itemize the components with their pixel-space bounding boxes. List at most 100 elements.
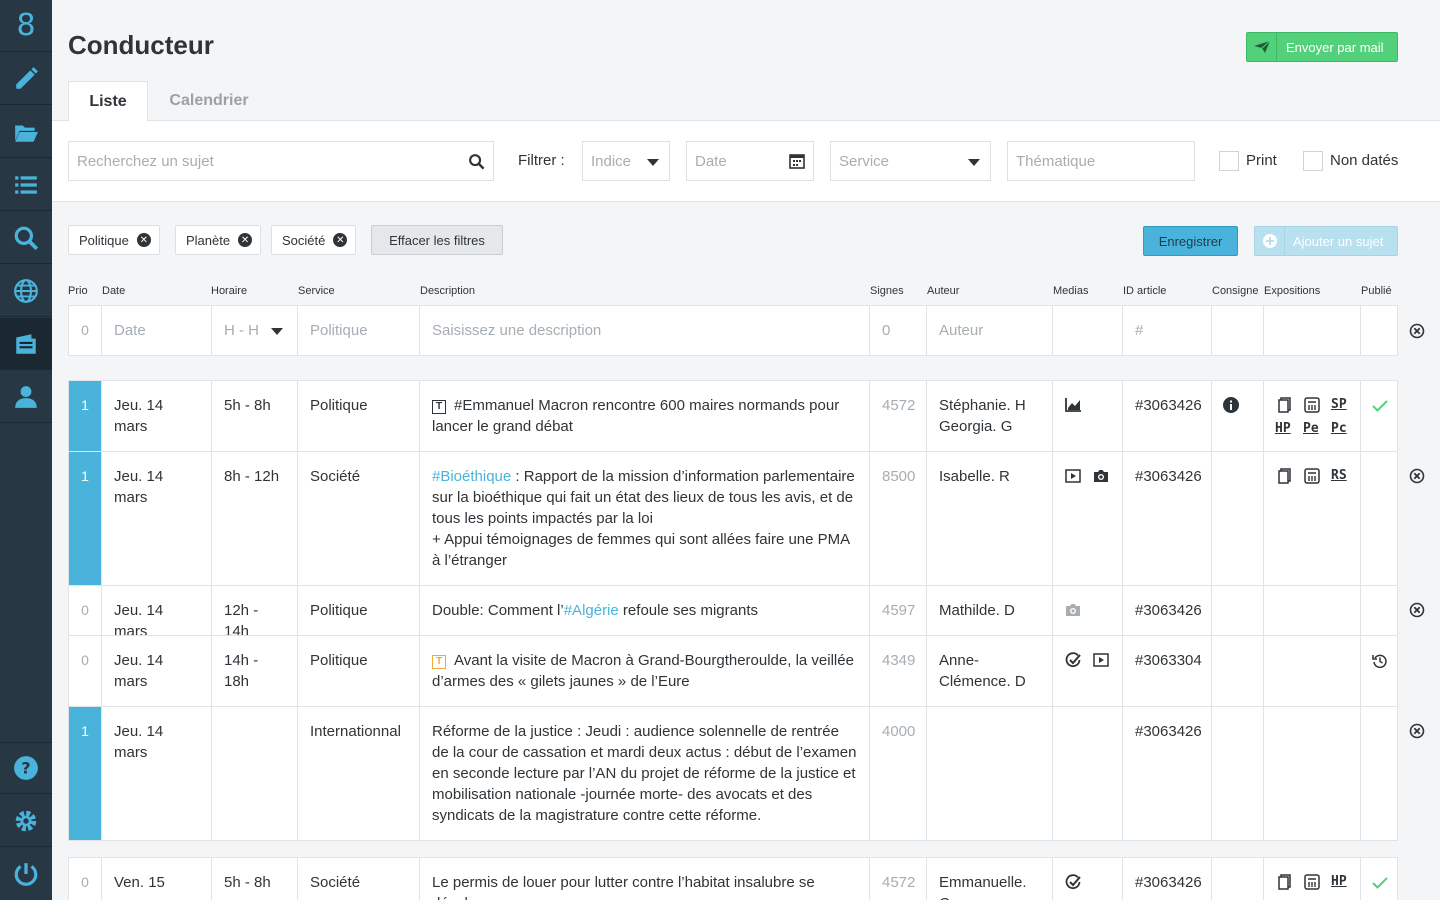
prio-input[interactable]: 0 (69, 306, 102, 355)
expo-label[interactable]: HP (1275, 418, 1291, 439)
camera-icon[interactable] (1093, 469, 1109, 483)
hashtag-link[interactable]: #Algérie (564, 602, 619, 619)
signes-field[interactable]: 0 (870, 306, 927, 355)
publie-cell (1361, 636, 1399, 706)
video-icon[interactable] (1093, 653, 1109, 667)
remove-circle-icon[interactable] (1409, 468, 1425, 484)
date-field[interactable]: Date (102, 306, 212, 355)
save-button[interactable]: Enregistrer (1143, 226, 1238, 256)
column-header: Medias (1053, 285, 1089, 297)
sidebar-item-search[interactable] (0, 212, 52, 264)
document-icon[interactable] (1278, 468, 1291, 484)
caret-down-icon (647, 159, 659, 166)
sidebar-item-globe[interactable] (0, 265, 52, 317)
date-cell: Jeu. 14 mars (102, 707, 212, 840)
print-checkbox[interactable] (1219, 151, 1239, 171)
document-icon[interactable] (1278, 874, 1291, 890)
description-cell[interactable]: Réforme de la justice : Jeudi : audience… (420, 707, 870, 840)
newspaper-icon[interactable] (1304, 397, 1320, 413)
check-badge-icon[interactable] (1065, 652, 1082, 668)
service-select[interactable]: Service (830, 141, 991, 181)
app-logo[interactable]: 8 (0, 0, 52, 52)
expositions-cell: RS (1264, 452, 1361, 585)
expo-label[interactable]: Pc (1331, 418, 1347, 439)
medias-cell (1053, 707, 1123, 840)
id-field[interactable]: # (1123, 306, 1212, 355)
id-cell: #3063426 (1123, 381, 1212, 451)
description-cell[interactable]: Le permis de louer pour lutter contre l’… (420, 858, 870, 900)
sidebar-item-settings[interactable] (0, 795, 52, 847)
search-icon[interactable] (468, 153, 485, 170)
sidebar-item-folder[interactable] (0, 106, 52, 158)
tab-liste[interactable]: Liste (68, 81, 148, 121)
description-cell[interactable]: T #Emmanuel Macron rencontre 600 maires n… (420, 381, 870, 451)
hashtag-link[interactable]: #Bioéthique (432, 468, 511, 485)
table-row[interactable]: 0 Jeu. 14 mars 14h - 18h Politique T Avan… (68, 635, 1398, 707)
user-icon (15, 385, 37, 408)
remove-circle-icon[interactable] (1409, 323, 1425, 339)
table-row[interactable]: 1 Jeu. 14 mars 8h - 12h Société #Bioéthi… (68, 451, 1398, 586)
search-input[interactable]: Recherchez un sujet (68, 141, 494, 181)
sidebar-item-power[interactable] (0, 848, 52, 900)
prio-cell: 0 (69, 858, 102, 900)
sidebar-item-conducteur[interactable] (0, 318, 52, 370)
service-cell: Politique (298, 586, 420, 635)
description-cell[interactable]: #Bioéthique : Rapport de la mission d’in… (420, 452, 870, 585)
clear-filters-button[interactable]: Effacer les filtres (371, 225, 503, 255)
send-mail-button[interactable]: Envoyer par mail (1246, 32, 1398, 62)
auteur-field[interactable]: Auteur (927, 306, 1053, 355)
camera-icon[interactable] (1065, 603, 1081, 617)
date-input[interactable]: Date (686, 141, 814, 181)
sidebar-item-help[interactable]: ? (0, 742, 52, 794)
remove-chip-icon[interactable]: ✕ (136, 233, 151, 247)
expo-label[interactable]: Pe (1303, 418, 1319, 439)
medias-cell[interactable] (1053, 306, 1123, 355)
description-cell[interactable]: Double: Comment l’#Algérie refoule ses m… (420, 586, 870, 635)
remove-chip-icon[interactable]: ✕ (238, 233, 253, 247)
newspaper-icon[interactable] (1304, 468, 1320, 484)
pencil-icon (16, 66, 38, 89)
service-cell: Société (298, 452, 420, 585)
sidebar-item-edit[interactable] (0, 53, 52, 105)
expo-label[interactable]: HP (1331, 871, 1347, 892)
svg-text:?: ? (21, 758, 30, 777)
tab-calendrier[interactable]: Calendrier (148, 81, 270, 121)
chart-icon[interactable] (1065, 397, 1082, 412)
thematique-input[interactable]: Thématique (1007, 141, 1195, 181)
sidebar-item-user[interactable] (0, 371, 52, 423)
description-cell[interactable]: T Avant la visite de Macron à Grand-Bourg… (420, 636, 870, 706)
consigne-cell[interactable] (1212, 306, 1264, 355)
horaire-select[interactable]: H - H (212, 306, 298, 355)
table-row[interactable]: 1 Jeu. 14 mars 5h - 8h Politique T #Emman… (68, 380, 1398, 452)
column-header: Prio (68, 285, 88, 297)
expositions-cell[interactable] (1264, 306, 1361, 355)
calendar-icon[interactable] (789, 153, 805, 169)
remove-circle-icon[interactable] (1409, 602, 1425, 618)
signes-cell: 4572 (870, 381, 927, 451)
sidebar-item-list[interactable] (0, 159, 52, 211)
publie-cell (1361, 306, 1399, 355)
remove-chip-icon[interactable]: ✕ (333, 233, 348, 247)
video-icon[interactable] (1065, 469, 1081, 483)
table-row[interactable]: 0 Ven. 15 mars 5h - 8h Société Le permis… (68, 857, 1398, 900)
document-icon[interactable] (1278, 397, 1291, 413)
expositions-cell: SP HP Pe Pc (1264, 381, 1361, 451)
info-icon[interactable] (1223, 397, 1239, 413)
table-row[interactable]: 1 Jeu. 14 mars Internationnal Réforme de… (68, 706, 1398, 841)
check-badge-icon[interactable] (1065, 874, 1082, 890)
table-row[interactable]: 0 Jeu. 14 mars 12h - 14h Politique Doubl… (68, 585, 1398, 640)
horaire-cell: 12h - 14h (212, 586, 298, 640)
id-cell: #3063426 (1123, 452, 1212, 585)
expo-label[interactable]: RS (1331, 465, 1347, 486)
indice-select[interactable]: Indice (582, 141, 670, 181)
remove-circle-icon[interactable] (1409, 723, 1425, 739)
expo-label[interactable]: SP (1331, 394, 1347, 415)
column-header: Publié (1361, 285, 1392, 297)
non-dates-checkbox[interactable] (1303, 151, 1323, 171)
add-subject-button[interactable]: Ajouter un sujet (1254, 226, 1398, 256)
service-cell: Politique (298, 636, 420, 706)
description-field[interactable]: Saisissez une description (420, 306, 870, 355)
service-field[interactable]: Politique (298, 306, 420, 355)
newspaper-icon[interactable] (1304, 874, 1320, 890)
history-icon[interactable] (1372, 653, 1388, 669)
